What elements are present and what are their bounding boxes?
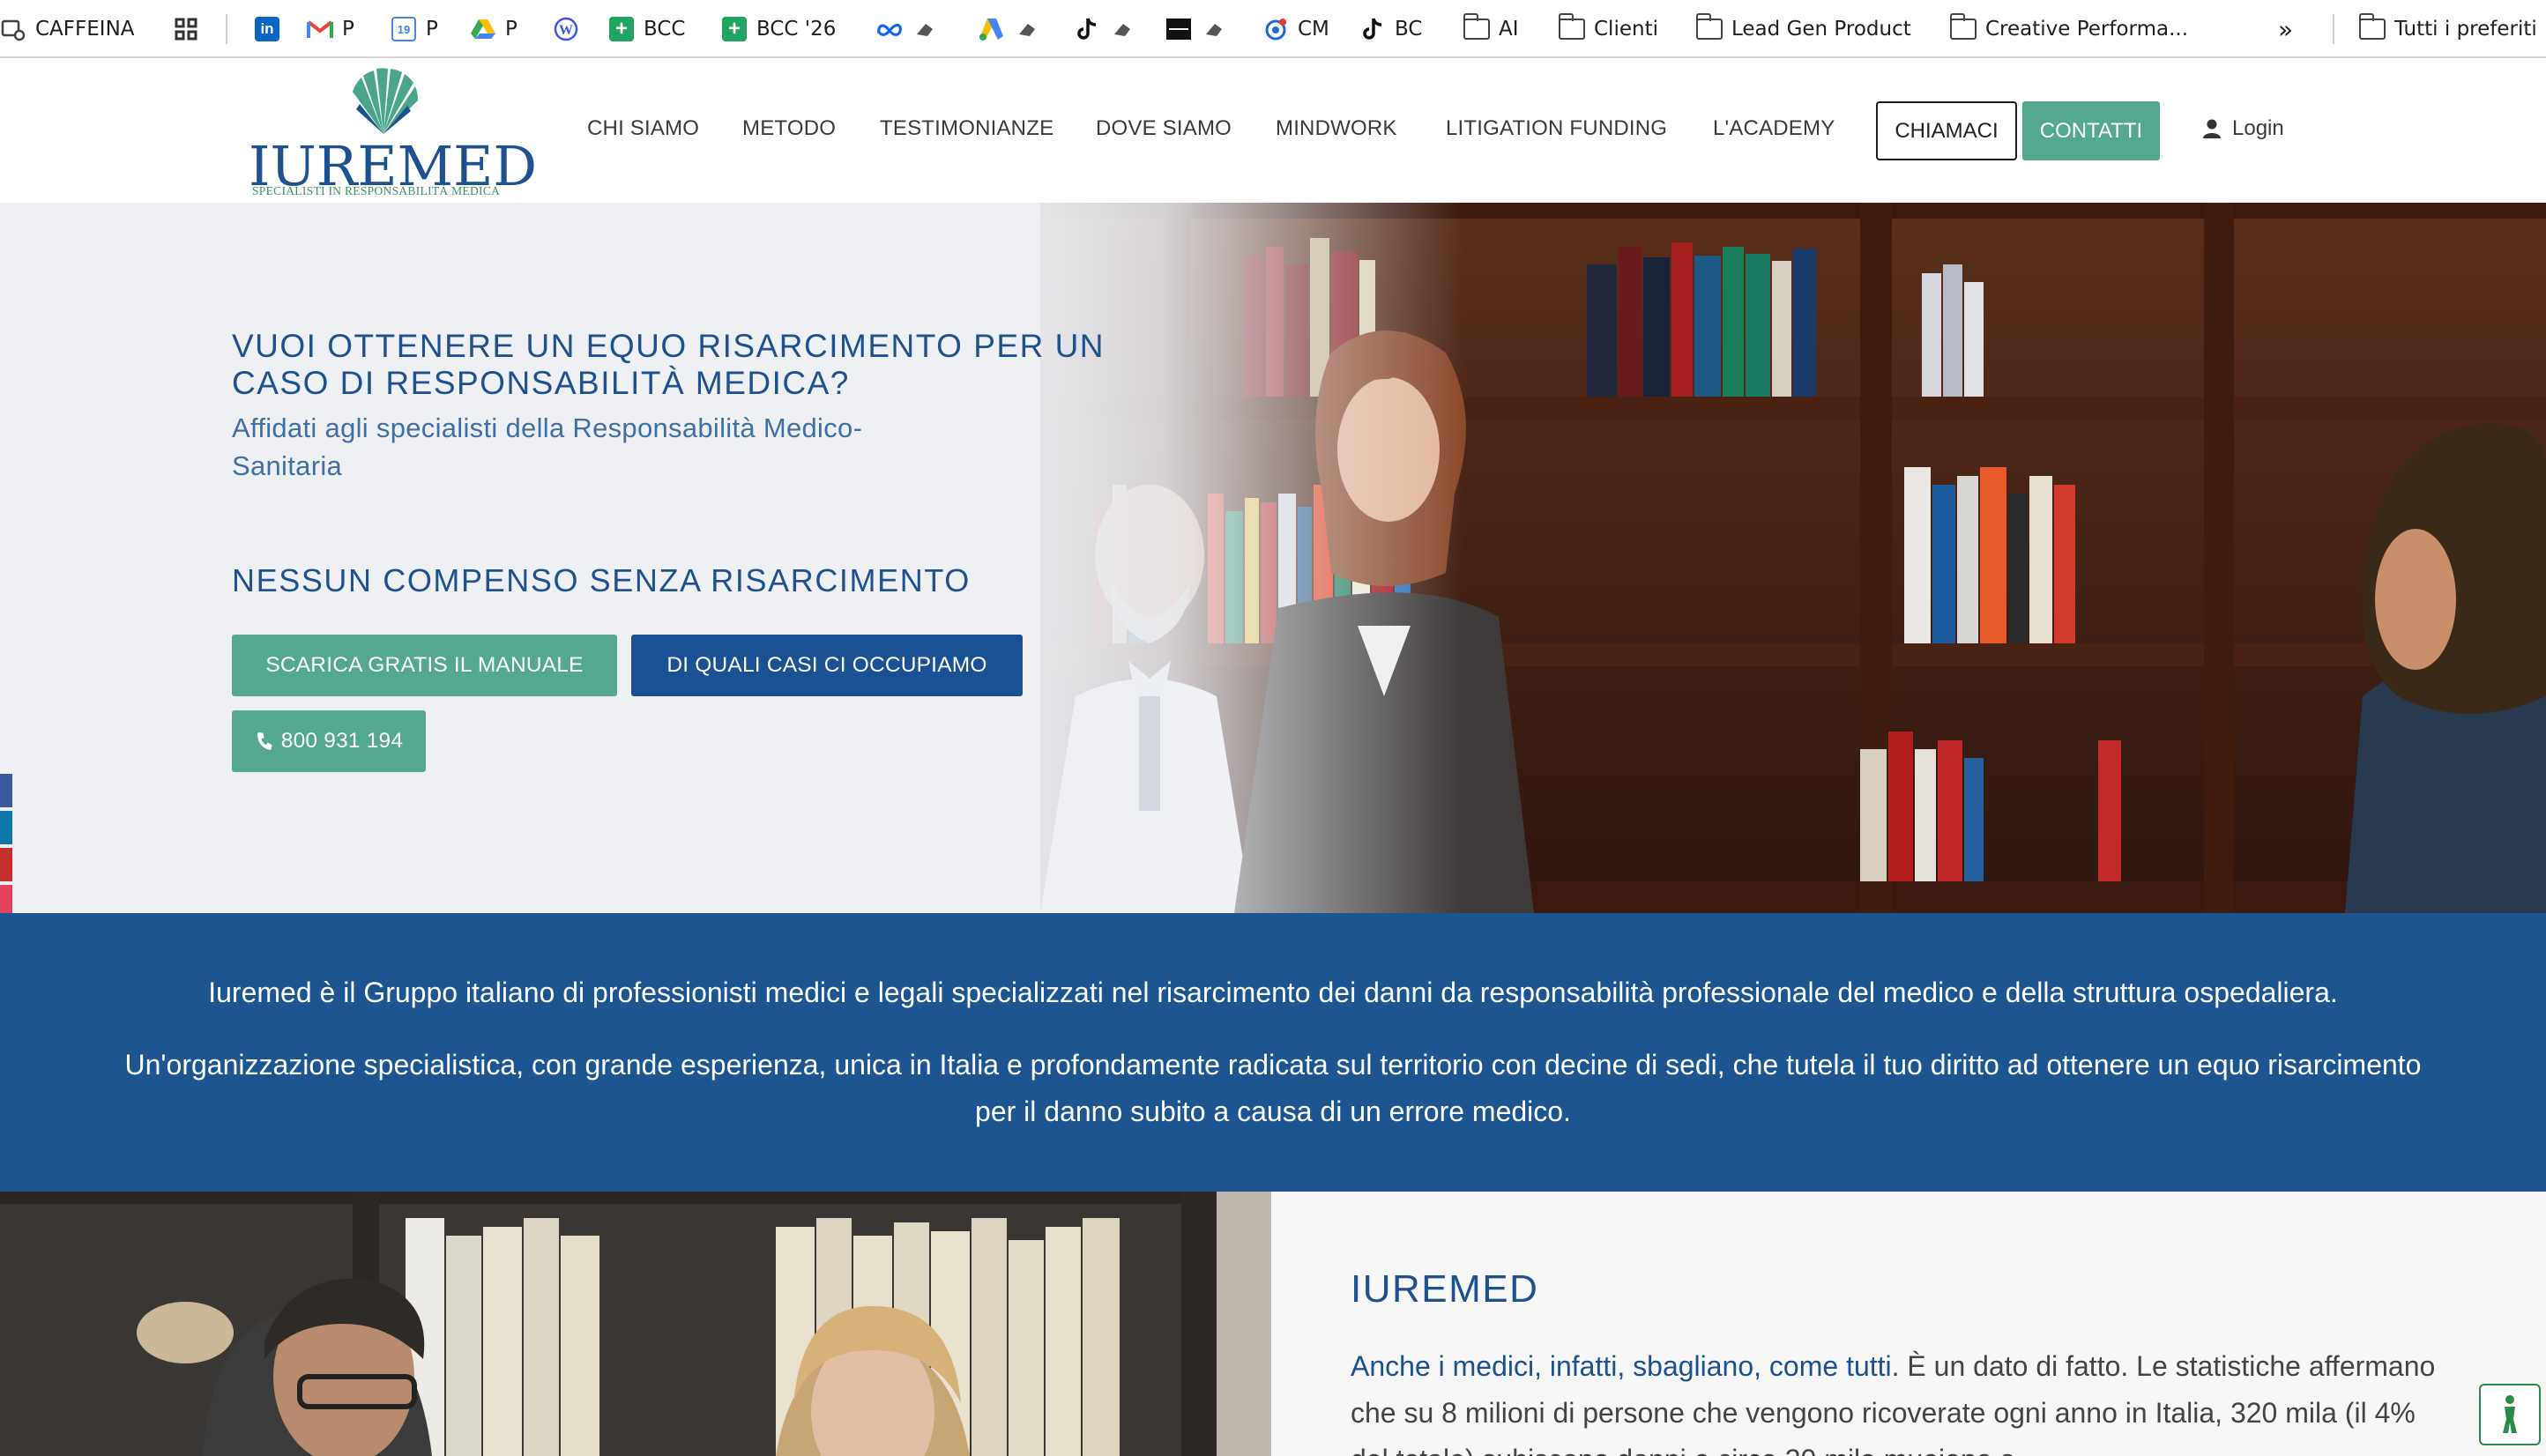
bookmark-bcc-26[interactable]: + BCC '26: [721, 0, 836, 56]
accessibility-icon: [2503, 1395, 2517, 1433]
chrome-app-icon: [0, 16, 26, 42]
youtube-share-icon[interactable]: [0, 848, 12, 881]
hero-gradient: [970, 203, 1463, 913]
bookmark-folder-clienti[interactable]: Clienti: [1558, 0, 1658, 56]
accessibility-button[interactable]: [2479, 1384, 2541, 1445]
folder-icon: [1949, 13, 1976, 42]
intro-paragraph-2: Un'organizzazione specialistica, con gra…: [124, 1049, 2422, 1127]
bookmark-separator: [2333, 14, 2334, 44]
bookmark-calendar[interactable]: 19 P: [391, 0, 438, 56]
nav-dove-siamo[interactable]: DOVE SIAMO: [1096, 116, 1232, 141]
nav-chi-siamo[interactable]: CHI SIAMO: [587, 116, 699, 141]
folder-icon: [2358, 13, 2386, 42]
svg-text:W: W: [559, 23, 573, 38]
shell-logo-icon: [353, 68, 419, 134]
bookmark-bc[interactable]: BC: [1359, 0, 1422, 56]
bookmark-inbox[interactable]: [1165, 0, 1236, 56]
folder-icon: [1695, 13, 1723, 42]
nav-mindwork[interactable]: MINDWORK: [1276, 116, 1397, 141]
intro-paragraph-1: Iuremed è il Gruppo italiano di professi…: [208, 977, 2338, 1008]
nav-academy[interactable]: L'ACADEMY: [1713, 116, 1835, 141]
download-manual-button[interactable]: SCARICA GRATIS IL MANUALE: [232, 635, 617, 696]
google-sheets-icon: +: [721, 16, 748, 42]
about-title: IUREMED: [1351, 1267, 1539, 1311]
bookmark-cm[interactable]: CM: [1262, 0, 1329, 56]
tool-icon: [1201, 16, 1227, 42]
about-highlight: Anche i medici, infatti, sbagliano, come…: [1351, 1350, 1892, 1382]
hero-tagline: NESSUN COMPENSO SENZA RISARCIMENTO: [232, 562, 971, 598]
hero-subtitle: Affidati agli specialisti della Responsa…: [232, 412, 863, 481]
bookmark-caffeina[interactable]: CAFFEINA: [0, 0, 135, 56]
inbox-icon: [1165, 16, 1192, 42]
bookmark-separator: [226, 14, 227, 44]
double-chevron-icon: »: [2278, 14, 2294, 44]
bookmark-bcc[interactable]: + BCC: [608, 0, 686, 56]
user-icon: [2203, 119, 2221, 138]
nav-litigation-funding[interactable]: LITIGATION FUNDING: [1446, 116, 1667, 141]
google-calendar-icon: 19: [391, 16, 417, 42]
login-link[interactable]: Login: [2202, 116, 2284, 141]
contact-button[interactable]: CONTATTI: [2022, 101, 2160, 160]
folder-icon: [1463, 13, 1490, 42]
meta-icon: [876, 16, 903, 42]
gmail-icon: [307, 16, 333, 42]
target-icon: [1262, 16, 1289, 42]
phone-icon: [257, 732, 272, 750]
bookmark-all-bookmarks[interactable]: Tutti i preferiti: [2358, 0, 2537, 56]
bookmark-tiktok[interactable]: [1074, 0, 1144, 56]
google-ads-icon: [979, 16, 1005, 42]
bookmark-folder-creative[interactable]: Creative Performa...: [1949, 0, 2188, 56]
bookmark-apps[interactable]: [173, 0, 208, 56]
bookmark-linkedin[interactable]: in: [254, 0, 289, 56]
bookmark-folder-lead-gen[interactable]: Lead Gen Product: [1695, 0, 1911, 56]
call-button[interactable]: CHIAMACI: [1876, 101, 2017, 160]
bookmarks-bar: CAFFEINA in P 19 P P W + BCC + BCC '26 C…: [0, 0, 2546, 58]
bookmark-meta[interactable]: [876, 0, 947, 56]
nav-metodo[interactable]: METODO: [742, 116, 836, 141]
nav-testimonianze[interactable]: TESTIMONIANZE: [880, 116, 1053, 141]
bookmark-wordpress[interactable]: W: [553, 0, 588, 56]
bookmark-google-ads[interactable]: [979, 0, 1049, 56]
linkedin-icon: in: [254, 16, 280, 42]
hero-title: VUOI OTTENERE UN EQUO RISARCIMENTO PER U…: [232, 328, 1106, 401]
bookmark-folder-ai[interactable]: AI: [1463, 0, 1519, 56]
logo-tagline: SPECIALISTI IN RESPONSABILITÀ MEDICA: [252, 184, 501, 197]
bookmark-gmail[interactable]: P: [307, 0, 354, 56]
google-drive-icon: [470, 16, 496, 42]
facebook-share-icon[interactable]: [0, 774, 12, 807]
tiktok-icon: [1359, 16, 1386, 42]
tool-icon: [1109, 16, 1135, 42]
about-text: Anche i medici, infatti, sbagliano, come…: [1351, 1350, 2436, 1456]
google-sheets-icon: +: [608, 16, 635, 42]
about-section: IUREMED Anche i medici, infatti, sbaglia…: [0, 1192, 2546, 1456]
grid-icon: [173, 16, 199, 42]
tiktok-icon: [1074, 16, 1100, 42]
cases-button[interactable]: DI QUALI CASI CI OCCUPIAMO: [631, 635, 1023, 696]
bookmarks-overflow-button[interactable]: »: [2278, 0, 2294, 56]
tool-icon: [912, 16, 938, 42]
wordpress-icon: W: [553, 16, 579, 42]
phone-button[interactable]: 800 931 194: [232, 710, 426, 772]
intro-band: Iuremed è il Gruppo italiano di professi…: [0, 913, 2546, 1192]
linkedin-share-icon[interactable]: [0, 811, 12, 844]
tool-icon: [1014, 16, 1040, 42]
hero-section: VUOI OTTENERE UN EQUO RISARCIMENTO PER U…: [0, 203, 2546, 913]
bookmark-drive[interactable]: P: [470, 0, 517, 56]
folder-icon: [1558, 13, 1585, 42]
site-logo[interactable]: IUREMED SPECIALISTI IN RESPONSABILITÀ ME…: [249, 63, 537, 204]
about-photo: [0, 1192, 1271, 1456]
